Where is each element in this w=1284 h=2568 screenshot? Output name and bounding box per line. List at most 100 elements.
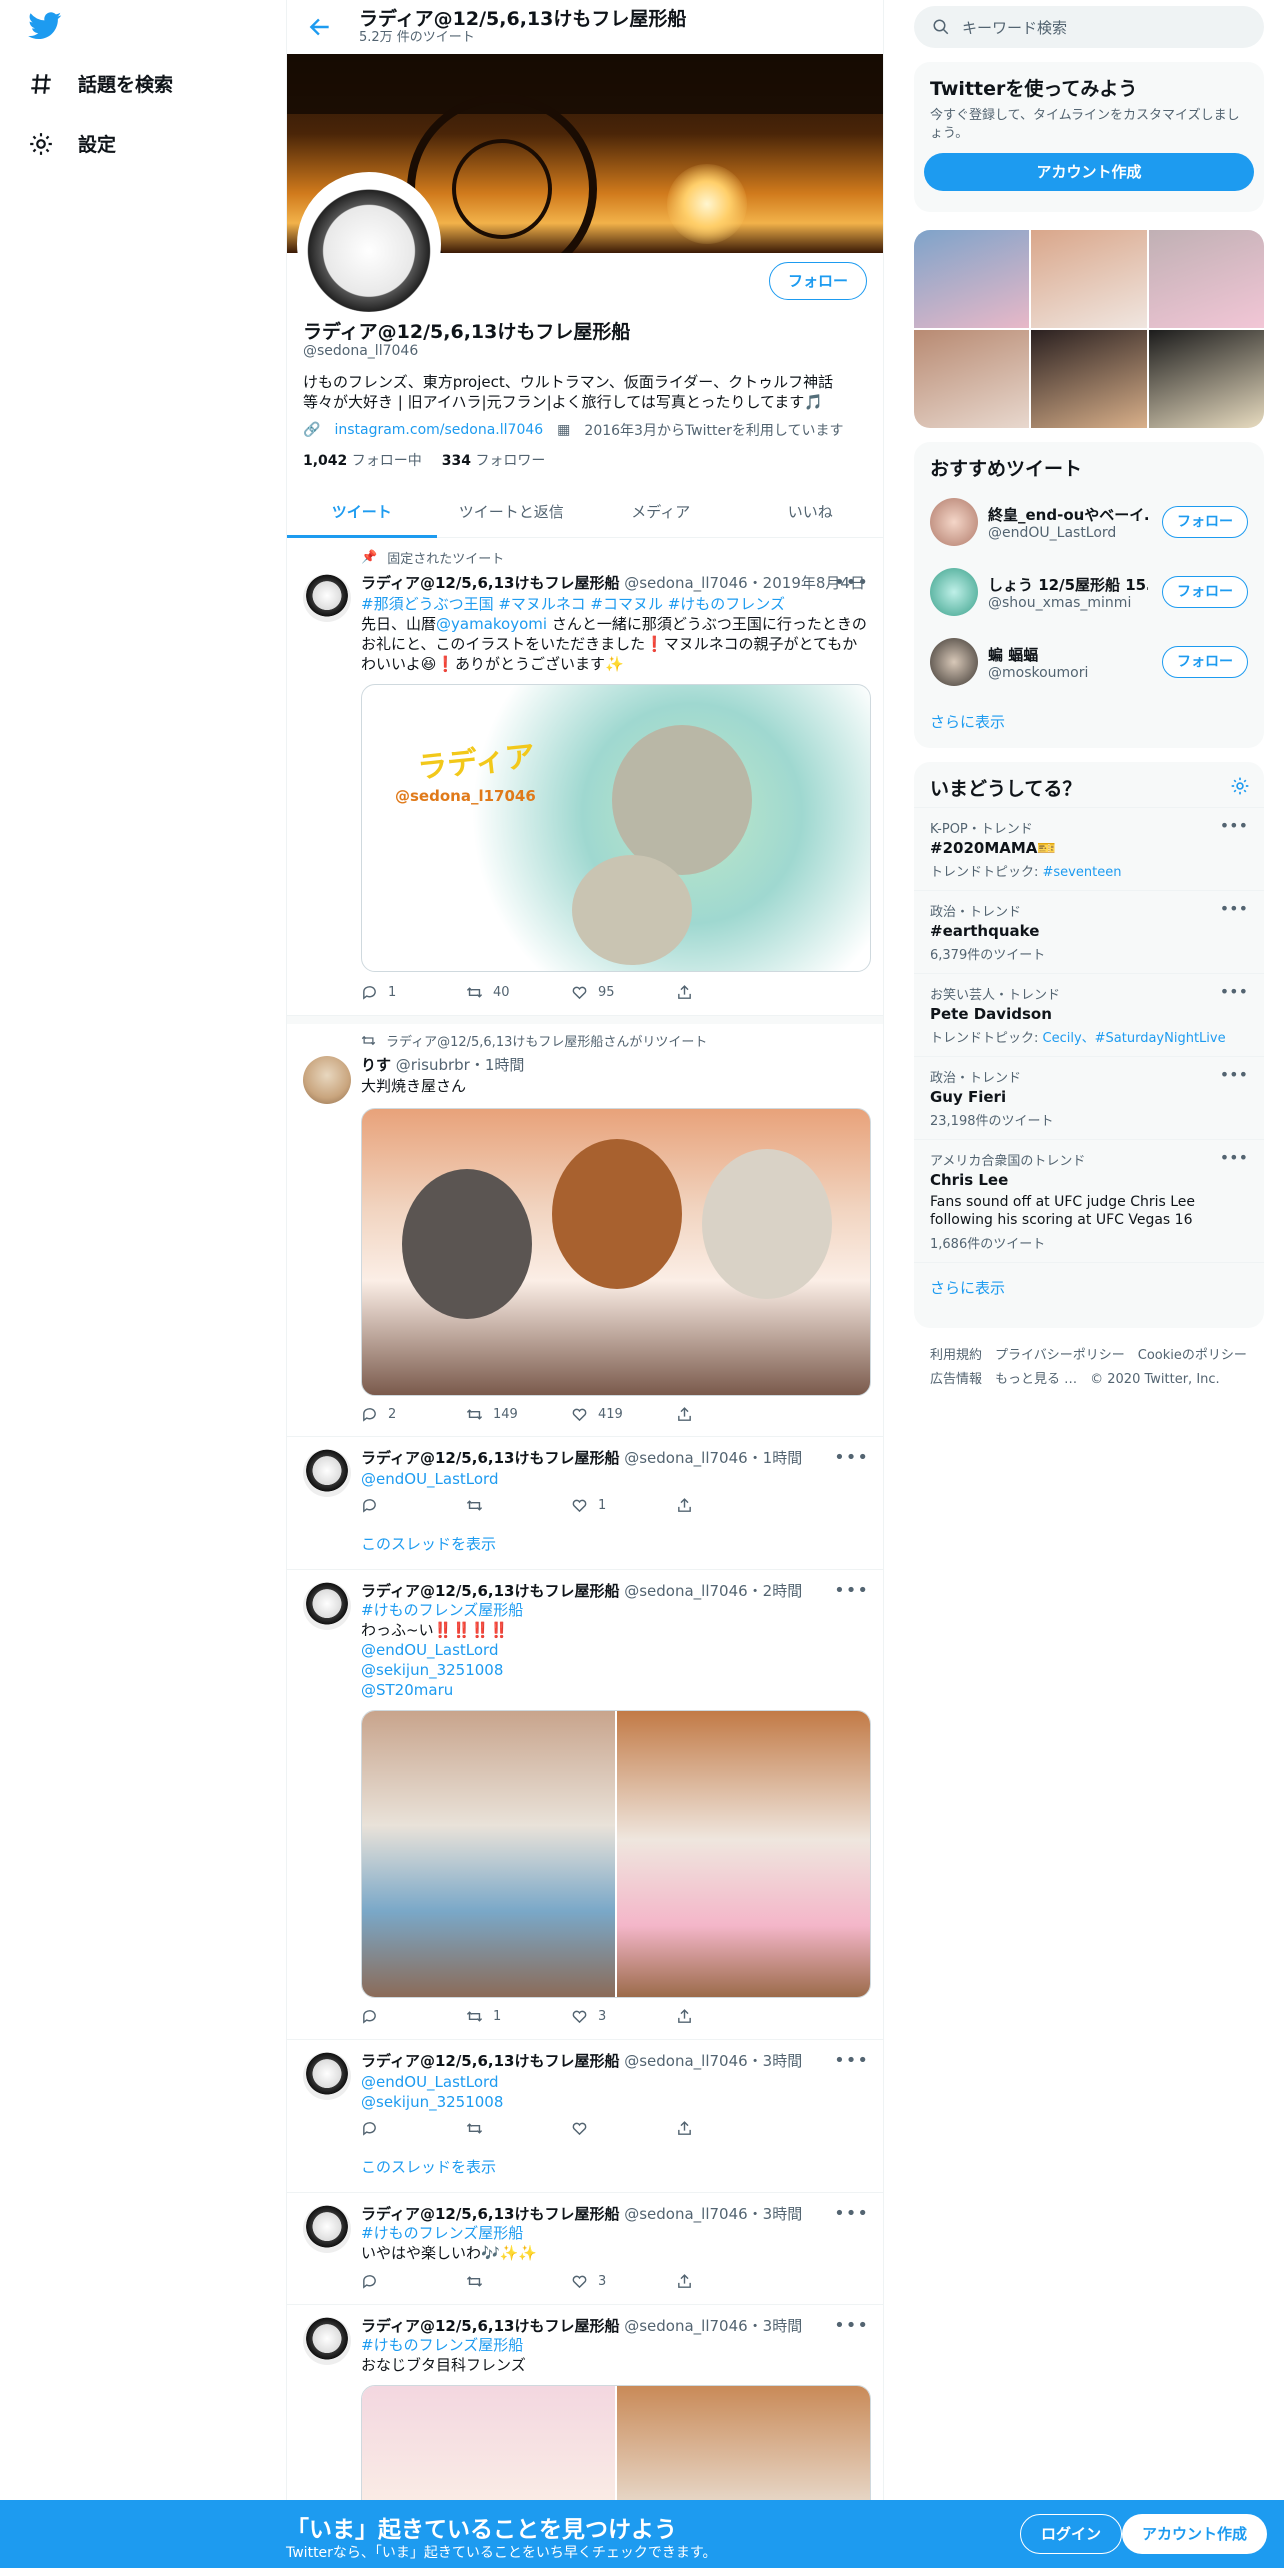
tweet-avatar[interactable] bbox=[303, 1056, 351, 1104]
reply-button[interactable] bbox=[361, 2120, 466, 2137]
create-account-button[interactable]: アカウント作成 bbox=[924, 153, 1254, 191]
user-avatar[interactable] bbox=[930, 568, 978, 616]
share-button[interactable] bbox=[676, 984, 781, 1001]
following-link[interactable]: 1,042 フォロー中 bbox=[303, 450, 422, 470]
retweet-button[interactable]: 1 bbox=[466, 2008, 571, 2025]
user-avatar[interactable] bbox=[930, 498, 978, 546]
tweet-avatar[interactable] bbox=[303, 2317, 351, 2365]
tweet-author[interactable]: ラディア@12/5,6,13けもフレ屋形船 bbox=[361, 1582, 619, 1600]
user-avatar[interactable] bbox=[930, 638, 978, 686]
more-icon[interactable]: ••• bbox=[834, 1580, 869, 1601]
media-thumb-5[interactable] bbox=[1031, 330, 1147, 428]
follow-user-button[interactable]: フォロー bbox=[1162, 506, 1248, 538]
reply-button[interactable]: 1 bbox=[361, 984, 466, 1001]
suggested-user[interactable]: しょう 12/5屋形船 15… @shou_xmas_minmi フォロー bbox=[914, 557, 1264, 627]
tweet-hashtag[interactable]: #けものフレンズ屋形船 bbox=[361, 1600, 871, 1620]
nav-settings[interactable]: 設定 bbox=[28, 130, 116, 157]
share-button[interactable] bbox=[676, 2273, 781, 2290]
tweet-illustration[interactable]: ラディア @sedona_l17046 bbox=[361, 684, 871, 972]
trend-item[interactable]: お笑い芸人・トレンド Pete Davidson トレンドトピック: Cecil… bbox=[914, 973, 1264, 1056]
tweet-mention-1[interactable]: @endOU_LastLord bbox=[361, 1640, 871, 1660]
like-button[interactable]: 419 bbox=[571, 1406, 676, 1423]
tweet-hashtag-text[interactable]: ラディア@12/5,6,13けもフレ屋形船 @sedona_ll7046・3時間… bbox=[287, 2193, 883, 2305]
more-icon[interactable]: ••• bbox=[1220, 1148, 1248, 1167]
tweet-reply[interactable]: ラディア@12/5,6,13けもフレ屋形船 @sedona_ll7046・1時間… bbox=[287, 1437, 883, 1570]
follow-user-button[interactable]: フォロー bbox=[1162, 576, 1248, 608]
share-button[interactable] bbox=[676, 1406, 781, 1423]
reply-button[interactable] bbox=[361, 2273, 466, 2290]
more-icon[interactable]: ••• bbox=[1220, 899, 1248, 918]
trend-item[interactable]: 政治・トレンド #earthquake 6,379件のツイート ••• bbox=[914, 890, 1264, 973]
retweet-context-label[interactable]: ラディア@12/5,6,13けもフレ屋形船さんがリツイート bbox=[386, 1031, 707, 1050]
media-thumb-1[interactable] bbox=[914, 230, 1030, 328]
media-thumb-4[interactable] bbox=[914, 330, 1030, 428]
profile-avatar[interactable] bbox=[297, 172, 441, 316]
trend-item[interactable]: アメリカ合衆国のトレンド Chris Lee Fans sound off at… bbox=[914, 1139, 1264, 1262]
tweet-avatar[interactable] bbox=[303, 2052, 351, 2100]
tweet-author[interactable]: ラディア@12/5,6,13けもフレ屋形船 bbox=[361, 574, 619, 592]
tweet-hashtag[interactable]: #けものフレンズ屋形船 bbox=[361, 2335, 871, 2355]
more-icon[interactable]: ••• bbox=[834, 572, 869, 593]
reply-button[interactable] bbox=[361, 2008, 466, 2025]
share-button[interactable] bbox=[676, 2120, 781, 2137]
tweet-mention[interactable]: @endOU_LastLord bbox=[361, 1469, 871, 1489]
media-thumb-3[interactable] bbox=[1148, 230, 1264, 328]
tab-likes[interactable]: いいね bbox=[736, 488, 884, 537]
more-icon[interactable]: ••• bbox=[834, 2315, 869, 2336]
settings-gear-icon[interactable] bbox=[1230, 776, 1250, 796]
tweet-photo-1[interactable] bbox=[362, 1711, 615, 1997]
tweet-mention-3[interactable]: @ST20maru bbox=[361, 1680, 871, 1700]
signup-button[interactable]: アカウント作成 bbox=[1122, 2514, 1268, 2554]
like-button[interactable]: 3 bbox=[571, 2273, 676, 2290]
media-thumb-2[interactable] bbox=[1031, 230, 1147, 328]
search-box[interactable]: キーワード検索 bbox=[914, 6, 1264, 48]
like-button[interactable]: 1 bbox=[571, 1497, 676, 1514]
media-thumb-6[interactable] bbox=[1148, 330, 1264, 428]
footer-links-1[interactable]: 利用規約 プライバシーポリシー Cookieのポリシー bbox=[930, 1344, 1260, 1368]
tweet-author[interactable]: ラディア@12/5,6,13けもフレ屋形船 bbox=[361, 2205, 619, 2223]
tab-tweets[interactable]: ツイート bbox=[287, 488, 437, 538]
show-more-link[interactable]: さらに表示 bbox=[914, 697, 1264, 746]
trend-item[interactable]: 政治・トレンド Guy Fieri 23,198件のツイート ••• bbox=[914, 1056, 1264, 1139]
tweet-retweeted[interactable]: ラディア@12/5,6,13けもフレ屋形船さんがリツイート りす @risubr… bbox=[287, 1024, 883, 1437]
more-icon[interactable]: ••• bbox=[834, 2050, 869, 2071]
reply-button[interactable]: 2 bbox=[361, 1406, 466, 1423]
tweet-photo-2[interactable] bbox=[617, 1711, 870, 1997]
more-icon[interactable]: ••• bbox=[1220, 1065, 1248, 1084]
twitter-logo-icon[interactable] bbox=[28, 12, 62, 40]
tweet-author[interactable]: ラディア@12/5,6,13けもフレ屋形船 bbox=[361, 1449, 619, 1467]
show-thread-link[interactable]: このスレッドを表示 bbox=[361, 2156, 496, 2177]
trend-item[interactable]: K-POP・トレンド #2020MAMA🎫 トレンドトピック: #sevente… bbox=[914, 807, 1264, 890]
tweet-hashtags[interactable]: #那須どうぶつ王国 #マヌルネコ #コマヌル #けものフレンズ bbox=[361, 594, 871, 614]
login-button[interactable]: ログイン bbox=[1020, 2514, 1123, 2554]
trend-topic-link[interactable]: #seventeen bbox=[1043, 865, 1122, 880]
more-icon[interactable]: ••• bbox=[834, 1447, 869, 1468]
retweet-button[interactable]: 149 bbox=[466, 1406, 571, 1423]
retweet-button[interactable] bbox=[466, 1497, 571, 1514]
followers-link[interactable]: 334 フォロワー bbox=[442, 450, 546, 470]
suggested-user[interactable]: 終皇_end-ouやベーイ… @endOU_LastLord フォロー bbox=[914, 487, 1264, 557]
like-button[interactable]: 95 bbox=[571, 984, 676, 1001]
tweet-image[interactable] bbox=[361, 1108, 871, 1396]
tab-tweets-replies[interactable]: ツイートと返信 bbox=[437, 488, 587, 537]
retweet-button[interactable]: 40 bbox=[466, 984, 571, 1001]
share-button[interactable] bbox=[676, 2008, 781, 2025]
tab-media[interactable]: メディア bbox=[586, 488, 736, 537]
tweet-mentions[interactable]: ラディア@12/5,6,13けもフレ屋形船 @sedona_ll7046・3時間… bbox=[287, 2040, 883, 2193]
reply-button[interactable] bbox=[361, 1497, 466, 1514]
more-icon[interactable]: ••• bbox=[1220, 982, 1248, 1001]
share-button[interactable] bbox=[676, 1497, 781, 1514]
tweet-author[interactable]: ラディア@12/5,6,13けもフレ屋形船 bbox=[361, 2052, 619, 2070]
tweet-avatar[interactable] bbox=[303, 1449, 351, 1497]
footer-links-2[interactable]: 広告情報 もっと見る … © 2020 Twitter, Inc. bbox=[930, 1368, 1260, 1392]
tweet-photos[interactable]: ラディア@12/5,6,13けもフレ屋形船 @sedona_ll7046・2時間… bbox=[287, 1570, 883, 2040]
more-icon[interactable]: ••• bbox=[1220, 816, 1248, 835]
nav-explore[interactable]: 話題を検索 bbox=[28, 70, 173, 97]
show-more-link[interactable]: さらに表示 bbox=[914, 1262, 1264, 1312]
tweet-hashtag[interactable]: #けものフレンズ屋形船 bbox=[361, 2223, 871, 2243]
tweet-mention-1[interactable]: @endOU_LastLord bbox=[361, 2072, 871, 2092]
profile-link[interactable]: instagram.com/sedona.ll7046 bbox=[334, 422, 543, 438]
like-button[interactable] bbox=[571, 2120, 676, 2137]
follow-button[interactable]: フォロー bbox=[768, 262, 867, 300]
retweet-button[interactable] bbox=[466, 2120, 571, 2137]
